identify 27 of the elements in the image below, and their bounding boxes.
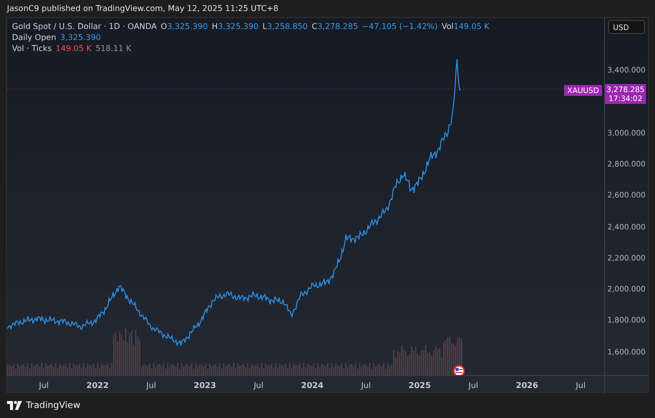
- tradingview-logo-icon: [7, 401, 22, 410]
- daily-open-label: Daily Open: [12, 33, 56, 42]
- time-tick: 2024: [300, 380, 324, 390]
- volume-total-value: 518.11 K: [95, 44, 132, 53]
- daily-open-value: 3,325.390: [60, 33, 101, 42]
- volume-ticks-label: Vol · Ticks: [12, 44, 52, 53]
- time-tick: 2025: [408, 380, 432, 390]
- volume-value: Vol149.05 K: [442, 22, 490, 31]
- time-tick: Jul: [574, 380, 587, 390]
- time-tick: Jul: [38, 380, 50, 390]
- flag-icon[interactable]: [453, 365, 465, 375]
- time-tick: Jul: [145, 380, 158, 390]
- brand-name: TradingView: [26, 400, 80, 410]
- change-value: −47.105 (−1.42%): [362, 22, 438, 31]
- time-tick: Jul: [360, 380, 372, 390]
- ohlc-value: O3,325.390: [160, 22, 208, 31]
- time-tick: 2022: [85, 380, 110, 390]
- ohlc-value: C3,278.285: [312, 22, 358, 31]
- published-caption: JasonC9 published on TradingView.com, May 12, 2025 11:25 UTC+8: [7, 4, 278, 13]
- volume-down-value: 149.05 K: [56, 44, 92, 53]
- time-tick: Jul: [467, 380, 480, 390]
- ohlc-value: L3,258.850: [262, 22, 308, 31]
- time-tick: Jul: [252, 380, 264, 390]
- time-tick: 2026: [514, 380, 540, 390]
- ohlc-value: H3,325.390: [212, 22, 259, 31]
- symbol-title: Gold Spot / U.S. Dollar · 1D · OANDA: [12, 22, 157, 31]
- time-tick: 2023: [192, 380, 218, 390]
